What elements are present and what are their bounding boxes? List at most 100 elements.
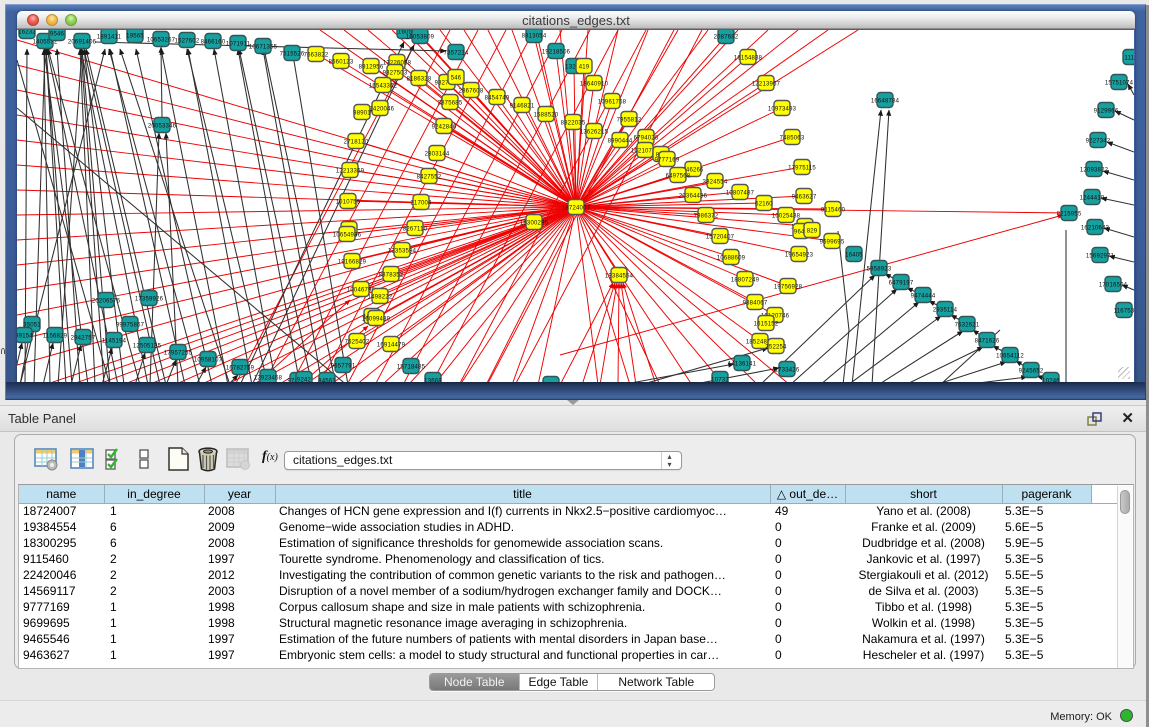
svg-text:10973493: 10973493 [768,106,797,112]
svg-text:19654923: 19654923 [785,252,814,258]
svg-text:9699695: 9699695 [820,239,845,245]
svg-text:15718485: 15718485 [397,364,426,370]
svg-text:2087682: 2087682 [714,34,739,40]
svg-text:10653267: 10653267 [147,37,176,43]
svg-text:17016504: 17016504 [1099,282,1128,288]
svg-text:9242846: 9242846 [432,124,457,130]
svg-text:1112: 1112 [1124,55,1134,61]
svg-text:9146821: 9146821 [510,103,535,109]
svg-text:20691406: 20691406 [68,39,97,45]
svg-text:10046790: 10046790 [347,287,376,293]
svg-text:2867608: 2867608 [459,88,484,94]
svg-text:2935114: 2935114 [933,307,958,313]
svg-text:17975115: 17975115 [788,165,816,171]
svg-text:8660123: 8660123 [329,59,354,65]
svg-text:546: 546 [451,75,462,81]
svg-text:9227342: 9227342 [1086,138,1111,144]
svg-text:9777169: 9777169 [655,157,680,163]
svg-text:19756928: 19756928 [774,284,803,290]
svg-text:7485063: 7485063 [780,135,805,141]
svg-text:19384554: 19384554 [605,273,634,279]
svg-text:2942757: 2942757 [71,335,96,341]
svg-text:10732: 10732 [711,377,729,382]
svg-text:12093822: 12093822 [1080,167,1109,173]
svg-text:7663822: 7663822 [304,52,329,58]
svg-text:9463627: 9463627 [792,194,817,200]
svg-text:9546: 9546 [50,31,65,37]
svg-text:16210643: 16210643 [1081,225,1110,231]
svg-text:16053809: 16053809 [406,34,435,40]
svg-text:217004: 217004 [410,200,432,206]
svg-text:98901: 98901 [353,110,371,116]
svg-text:18807249: 18807249 [731,277,760,283]
svg-text:9245652: 9245652 [1019,368,1044,374]
svg-text:8466160: 8466160 [201,39,226,45]
svg-text:62160: 62160 [755,201,773,207]
svg-text:10246: 10246 [1042,378,1060,382]
svg-text:8186328: 8186328 [407,76,432,82]
svg-text:99975867: 99975867 [116,322,145,328]
svg-text:12213369: 12213369 [336,168,365,174]
svg-text:18724007: 18724007 [562,205,591,211]
svg-text:8912956: 8912956 [359,64,384,70]
svg-text:16648784: 16648784 [871,98,900,104]
svg-text:16543362: 16543362 [369,83,398,89]
svg-text:16232: 16232 [18,30,36,35]
svg-text:12353594: 12353594 [388,248,417,254]
svg-text:10807487: 10807487 [726,190,755,196]
svg-text:14136141: 14136141 [728,361,757,367]
svg-text:15751074: 15751074 [1105,80,1134,86]
svg-text:12505135: 12505135 [133,343,162,349]
svg-text:7357224: 7357224 [444,50,469,56]
svg-text:17957255: 17957255 [164,350,193,356]
svg-text:9242: 9242 [297,377,312,382]
svg-text:829: 829 [807,228,818,234]
svg-text:9657791: 9657791 [331,363,356,369]
svg-text:1498222: 1498222 [368,294,393,300]
svg-text:10671355: 10671355 [249,44,278,50]
svg-text:16154838: 16154838 [734,55,763,61]
svg-text:8813054: 8813054 [522,33,547,39]
svg-text:8427552: 8427552 [417,174,442,180]
svg-text:7625402: 7625402 [345,339,370,345]
svg-text:10654936: 10654936 [333,232,362,238]
svg-text:16405: 16405 [845,252,863,258]
svg-text:16099489: 16099489 [362,316,391,322]
svg-text:20364436: 20364436 [679,193,708,199]
svg-text:9327503: 9327503 [383,70,408,76]
svg-text:8454749: 8454749 [485,95,510,101]
svg-text:116753: 116753 [1114,308,1134,314]
svg-text:13626215: 13626215 [580,129,609,135]
svg-text:10961758: 10961758 [598,99,627,105]
svg-text:15692971: 15692971 [1086,253,1115,259]
svg-text:3875685: 3875685 [438,100,463,106]
svg-text:10958107: 10958107 [194,357,223,363]
svg-text:10654112: 10654112 [996,353,1024,359]
svg-text:8878352: 8878352 [379,272,404,278]
svg-text:12213967: 12213967 [752,81,781,87]
svg-text:1145194: 1145194 [102,338,127,344]
svg-text:7515526: 7515526 [280,51,305,57]
svg-text:20053346: 20053346 [148,123,177,129]
svg-text:9115460: 9115460 [821,207,846,213]
svg-text:7955812: 7955812 [617,117,642,123]
svg-text:9884067: 9884067 [743,300,768,306]
svg-text:1588520: 1588520 [534,112,559,118]
svg-text:84561: 84561 [318,378,336,382]
svg-text:1010755: 1010755 [336,199,361,205]
svg-text:19166829: 19166829 [338,259,367,265]
svg-text:5958923: 5958923 [867,266,892,272]
svg-text:19218506: 19218506 [542,49,571,55]
svg-text:9129966: 9129966 [1094,108,1119,114]
svg-text:419: 419 [579,64,590,70]
svg-text:252254: 252254 [765,344,787,350]
svg-text:3824554: 3824554 [703,179,728,185]
svg-text:8267110: 8267110 [403,226,428,232]
svg-text:8990444: 8990444 [608,138,633,144]
svg-text:13668: 13668 [424,378,442,382]
svg-text:1156829: 1156829 [43,333,68,339]
svg-text:17359926: 17359926 [135,296,164,302]
svg-text:1891411: 1891411 [97,34,122,40]
svg-text:8471626: 8471626 [975,338,1000,344]
svg-text:8822035: 8822035 [561,120,586,126]
